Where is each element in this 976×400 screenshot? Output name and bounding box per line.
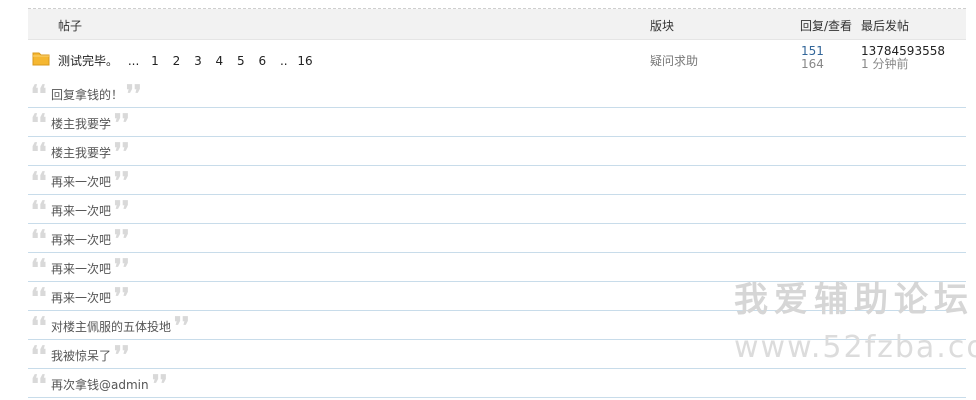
- quote-close-icon: ❜❜: [114, 108, 130, 137]
- reply-preview-row: ❛❛ 楼主我要学 ❜❜: [28, 137, 966, 166]
- quote-open-icon: ❛❛: [31, 79, 47, 108]
- quote-close-icon: ❜❜: [114, 195, 130, 224]
- quote-open-icon: ❛❛: [31, 108, 47, 137]
- reply-preview-text: 我被惊呆了: [51, 349, 112, 363]
- pages-ellipsis: ...: [127, 54, 140, 68]
- page-link-5[interactable]: 5: [237, 54, 245, 68]
- header-stats: 回复/查看: [800, 19, 853, 33]
- page-link-2[interactable]: 2: [173, 54, 181, 68]
- watermark-name: 我爱辅助论坛: [734, 280, 974, 320]
- page-link-4[interactable]: 4: [216, 54, 224, 68]
- reply-preview-text: 回复拿钱的！: [51, 88, 124, 102]
- reply-preview-row: ❛❛ 再来一次吧 ❜❜: [28, 195, 966, 224]
- folder-icon: [32, 50, 50, 66]
- reply-preview-text: 再来一次吧: [51, 233, 112, 247]
- quote-close-icon: ❜❜: [114, 253, 130, 282]
- page-link-6[interactable]: 6: [258, 54, 266, 68]
- quote-open-icon: ❛❛: [31, 253, 47, 282]
- list-header: 帖子 版块 回复/查看 最后发帖: [28, 9, 966, 40]
- quote-close-icon: ❜❜: [152, 369, 168, 398]
- pages-separator: ..: [279, 54, 288, 68]
- quote-close-icon: ❜❜: [126, 79, 142, 108]
- quote-close-icon: ❜❜: [114, 282, 130, 311]
- view-count: 164: [801, 57, 824, 71]
- thread-title-link[interactable]: 测试完毕。: [58, 54, 118, 68]
- reply-preview-text: 对楼主佩服的五体投地: [51, 320, 172, 334]
- quote-close-icon: ❜❜: [114, 340, 130, 369]
- header-last-post: 最后发帖: [861, 19, 910, 33]
- watermark-url: www.52fzba.com: [734, 330, 976, 365]
- quote-close-icon: ❜❜: [174, 311, 190, 340]
- quote-open-icon: ❛❛: [31, 282, 47, 311]
- page-link-last[interactable]: 16: [297, 54, 312, 68]
- forum-link[interactable]: 疑问求助: [650, 52, 698, 69]
- quote-close-icon: ❜❜: [114, 166, 130, 195]
- reply-preview-text: 楼主我要学: [51, 146, 112, 160]
- reply-preview-row: ❛❛ 再次拿钱@admin ❜❜: [28, 369, 966, 398]
- quote-open-icon: ❛❛: [31, 224, 47, 253]
- quote-close-icon: ❜❜: [114, 224, 130, 253]
- quote-open-icon: ❛❛: [31, 166, 47, 195]
- quote-open-icon: ❛❛: [31, 311, 47, 340]
- quote-open-icon: ❛❛: [31, 137, 47, 166]
- header-topic: 帖子: [58, 19, 83, 33]
- last-post-info: 13784593558 1 分钟前: [861, 45, 945, 71]
- quote-open-icon: ❛❛: [31, 340, 47, 369]
- thread-row: 测试完毕。 ... 1 2 3 4 5 6 .. 16 疑问求助 151 164…: [28, 40, 966, 78]
- reply-preview-text: 再来一次吧: [51, 175, 112, 189]
- quote-open-icon: ❛❛: [31, 369, 47, 398]
- page-link-3[interactable]: 3: [194, 54, 202, 68]
- reply-preview-row: ❛❛ 再来一次吧 ❜❜: [28, 224, 966, 253]
- reply-preview-text: 再来一次吧: [51, 262, 112, 276]
- reply-preview-text: 再次拿钱@admin: [51, 378, 149, 392]
- quote-close-icon: ❜❜: [114, 137, 130, 166]
- quote-open-icon: ❛❛: [31, 195, 47, 224]
- reply-preview-row: ❛❛ 楼主我要学 ❜❜: [28, 108, 966, 137]
- thread-stats: 151 164: [801, 45, 824, 71]
- thread-title-area: 测试完毕。 ... 1 2 3 4 5 6 .. 16: [58, 52, 323, 69]
- thread-list: 帖子 版块 回复/查看 最后发帖 测试完毕。 ... 1 2 3 4 5 6 .…: [28, 0, 976, 398]
- reply-preview-row: ❛❛ 再来一次吧 ❜❜: [28, 166, 966, 195]
- reply-preview-row: ❛❛ 回复拿钱的！ ❜❜: [28, 79, 966, 108]
- page-link-1[interactable]: 1: [151, 54, 159, 68]
- reply-preview-text: 再来一次吧: [51, 291, 112, 305]
- reply-preview-text: 再来一次吧: [51, 204, 112, 218]
- reply-preview-text: 楼主我要学: [51, 117, 112, 131]
- header-forum: 版块: [650, 19, 675, 33]
- last-post-time: 1 分钟前: [861, 57, 909, 71]
